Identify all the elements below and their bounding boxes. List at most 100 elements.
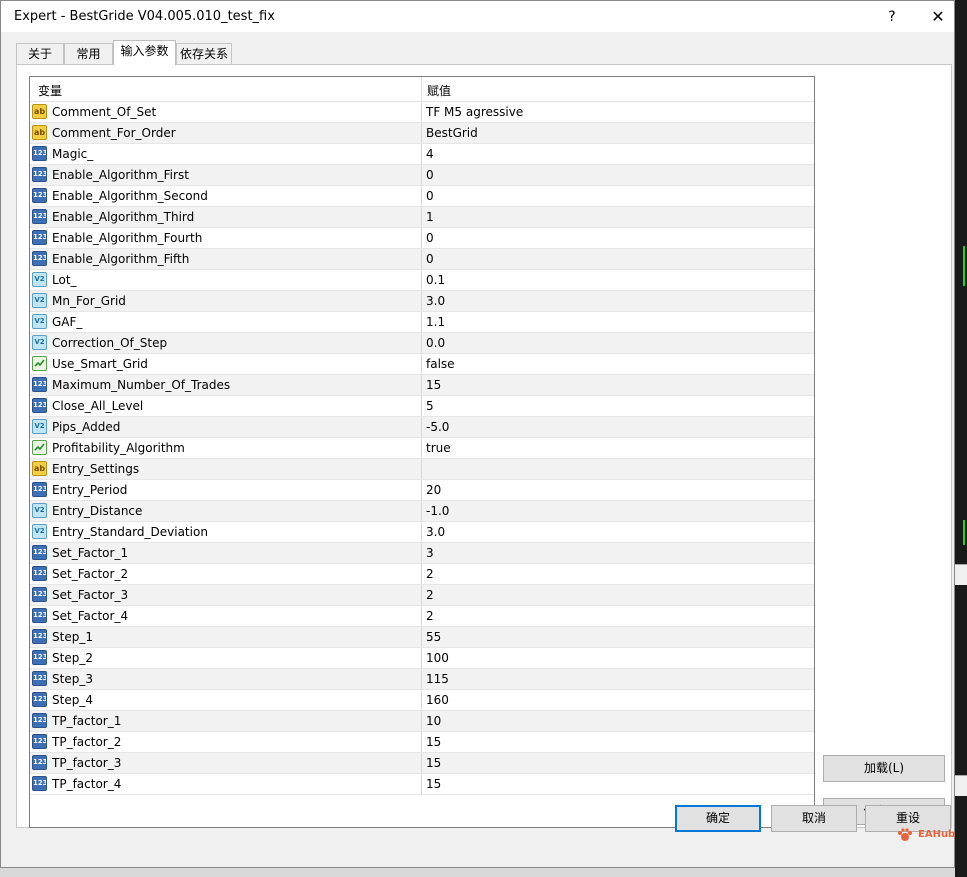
parameter-name: Set_Factor_4	[52, 609, 129, 623]
cell-divider	[421, 102, 422, 122]
column-divider[interactable]	[421, 77, 422, 101]
parameter-value[interactable]: 3.0	[426, 522, 445, 542]
parameter-value[interactable]: 4	[426, 144, 434, 164]
parameter-value[interactable]: 0	[426, 228, 434, 248]
parameter-value[interactable]: 0	[426, 186, 434, 206]
table-row[interactable]: 123 Step_1 55	[30, 627, 814, 648]
table-row[interactable]: 123 Set_Factor_1 3	[30, 543, 814, 564]
table-row[interactable]: V2 Correction_Of_Step 0.0	[30, 333, 814, 354]
num-type-icon: 123	[32, 188, 47, 203]
close-button[interactable]: ✕	[927, 6, 949, 28]
cell-divider	[421, 732, 422, 752]
parameter-value[interactable]: 5	[426, 396, 434, 416]
parameter-value[interactable]: 1.1	[426, 312, 445, 332]
parameter-value[interactable]: 2	[426, 606, 434, 626]
table-row[interactable]: 123 Enable_Algorithm_Second 0	[30, 186, 814, 207]
tab-inputs[interactable]: 输入参数	[113, 40, 176, 65]
table-row[interactable]: Profitability_Algorithm true	[30, 438, 814, 459]
parameter-value[interactable]: 0	[426, 165, 434, 185]
tab-common[interactable]: 常用	[64, 43, 113, 64]
str-type-icon: ab	[32, 104, 47, 119]
table-row[interactable]: 123 Set_Factor_4 2	[30, 606, 814, 627]
table-row[interactable]: 123 Enable_Algorithm_Fifth 0	[30, 249, 814, 270]
table-row[interactable]: 123 Close_All_Level 5	[30, 396, 814, 417]
table-row[interactable]: 123 TP_factor_3 15	[30, 753, 814, 774]
table-row[interactable]: 123 Set_Factor_2 2	[30, 564, 814, 585]
num-type-icon: 123	[32, 566, 47, 581]
column-header-variable[interactable]: 变量	[38, 82, 62, 99]
table-row[interactable]: 123 Entry_Period 20	[30, 480, 814, 501]
table-row[interactable]: ab Comment_For_Order BestGrid	[30, 123, 814, 144]
table-row[interactable]: 123 Maximum_Number_Of_Trades 15	[30, 375, 814, 396]
parameter-value[interactable]: 15	[426, 375, 441, 395]
parameter-value[interactable]: 2	[426, 585, 434, 605]
table-row[interactable]: 123 Enable_Algorithm_Fourth 0	[30, 228, 814, 249]
parameter-value[interactable]: 115	[426, 669, 449, 689]
table-row[interactable]: V2 Pips_Added -5.0	[30, 417, 814, 438]
parameter-value[interactable]: 15	[426, 732, 441, 752]
dbl-type-icon: V2	[32, 503, 47, 518]
table-row[interactable]: 123 Step_4 160	[30, 690, 814, 711]
table-row[interactable]: 123 Enable_Algorithm_Third 1	[30, 207, 814, 228]
load-button[interactable]: 加载(L)	[823, 755, 945, 782]
parameter-value[interactable]: 0.1	[426, 270, 445, 290]
cell-divider	[421, 459, 422, 479]
parameter-value[interactable]: 3.0	[426, 291, 445, 311]
parameter-value[interactable]: 2	[426, 564, 434, 584]
parameter-value[interactable]: 0.0	[426, 333, 445, 353]
parameter-value[interactable]: 100	[426, 648, 449, 668]
parameter-value[interactable]: 15	[426, 753, 441, 773]
table-row[interactable]: V2 Mn_For_Grid 3.0	[30, 291, 814, 312]
num-type-icon: 123	[32, 755, 47, 770]
table-row[interactable]: V2 Entry_Standard_Deviation 3.0	[30, 522, 814, 543]
parameter-value[interactable]: 0	[426, 249, 434, 269]
table-row[interactable]: 123 Step_3 115	[30, 669, 814, 690]
title-bar: Expert - BestGride V04.005.010_test_fix …	[1, 1, 954, 32]
cell-divider	[421, 270, 422, 290]
help-button[interactable]: ?	[882, 7, 902, 27]
table-row[interactable]: 123 Magic_ 4	[30, 144, 814, 165]
parameter-value[interactable]: 1	[426, 207, 434, 227]
table-row[interactable]: 123 Step_2 100	[30, 648, 814, 669]
parameter-name: Entry_Distance	[52, 504, 143, 518]
tab-about[interactable]: 关于	[16, 43, 64, 64]
table-row[interactable]: Use_Smart_Grid false	[30, 354, 814, 375]
parameter-value[interactable]: -1.0	[426, 501, 449, 521]
cell-divider	[421, 690, 422, 710]
parameter-value[interactable]: true	[426, 438, 451, 458]
num-type-icon: 123	[32, 146, 47, 161]
parameter-value[interactable]: -5.0	[426, 417, 449, 437]
cancel-button[interactable]: 取消	[771, 805, 857, 832]
table-row[interactable]: 123 TP_factor_4 15	[30, 774, 814, 795]
table-row[interactable]: 123 Enable_Algorithm_First 0	[30, 165, 814, 186]
parameter-value[interactable]: 55	[426, 627, 441, 647]
parameter-name: Comment_For_Order	[52, 126, 176, 140]
parameter-value[interactable]: 15	[426, 774, 441, 794]
parameter-value[interactable]: 20	[426, 480, 441, 500]
parameter-value[interactable]: TF M5 agressive	[426, 102, 523, 122]
table-row[interactable]: 123 TP_factor_1 10	[30, 711, 814, 732]
table-row[interactable]: ab Comment_Of_Set TF M5 agressive	[30, 102, 814, 123]
table-row[interactable]: V2 Entry_Distance -1.0	[30, 501, 814, 522]
parameter-value[interactable]: false	[426, 354, 455, 374]
parameter-value[interactable]: 10	[426, 711, 441, 731]
num-type-icon: 123	[32, 209, 47, 224]
cell-divider	[421, 333, 422, 353]
parameter-value[interactable]: 3	[426, 543, 434, 563]
parameter-value[interactable]: BestGrid	[426, 123, 478, 143]
table-row[interactable]: ab Entry_Settings	[30, 459, 814, 480]
tab-dependencies[interactable]: 依存关系	[176, 43, 232, 64]
cell-divider	[421, 291, 422, 311]
column-header-value[interactable]: 赋值	[427, 82, 451, 99]
parameter-name: Profitability_Algorithm	[52, 441, 185, 455]
parameters-grid[interactable]: 变量 赋值 ab Comment_Of_Set TF M5 agressive …	[29, 76, 815, 828]
ok-button[interactable]: 确定	[675, 805, 761, 832]
table-row[interactable]: V2 Lot_ 0.1	[30, 270, 814, 291]
table-row[interactable]: V2 GAF_ 1.1	[30, 312, 814, 333]
parameter-name: Step_3	[52, 672, 93, 686]
cell-divider	[421, 312, 422, 332]
parameter-value[interactable]: 160	[426, 690, 449, 710]
table-row[interactable]: 123 Set_Factor_3 2	[30, 585, 814, 606]
num-type-icon: 123	[32, 776, 47, 791]
table-row[interactable]: 123 TP_factor_2 15	[30, 732, 814, 753]
